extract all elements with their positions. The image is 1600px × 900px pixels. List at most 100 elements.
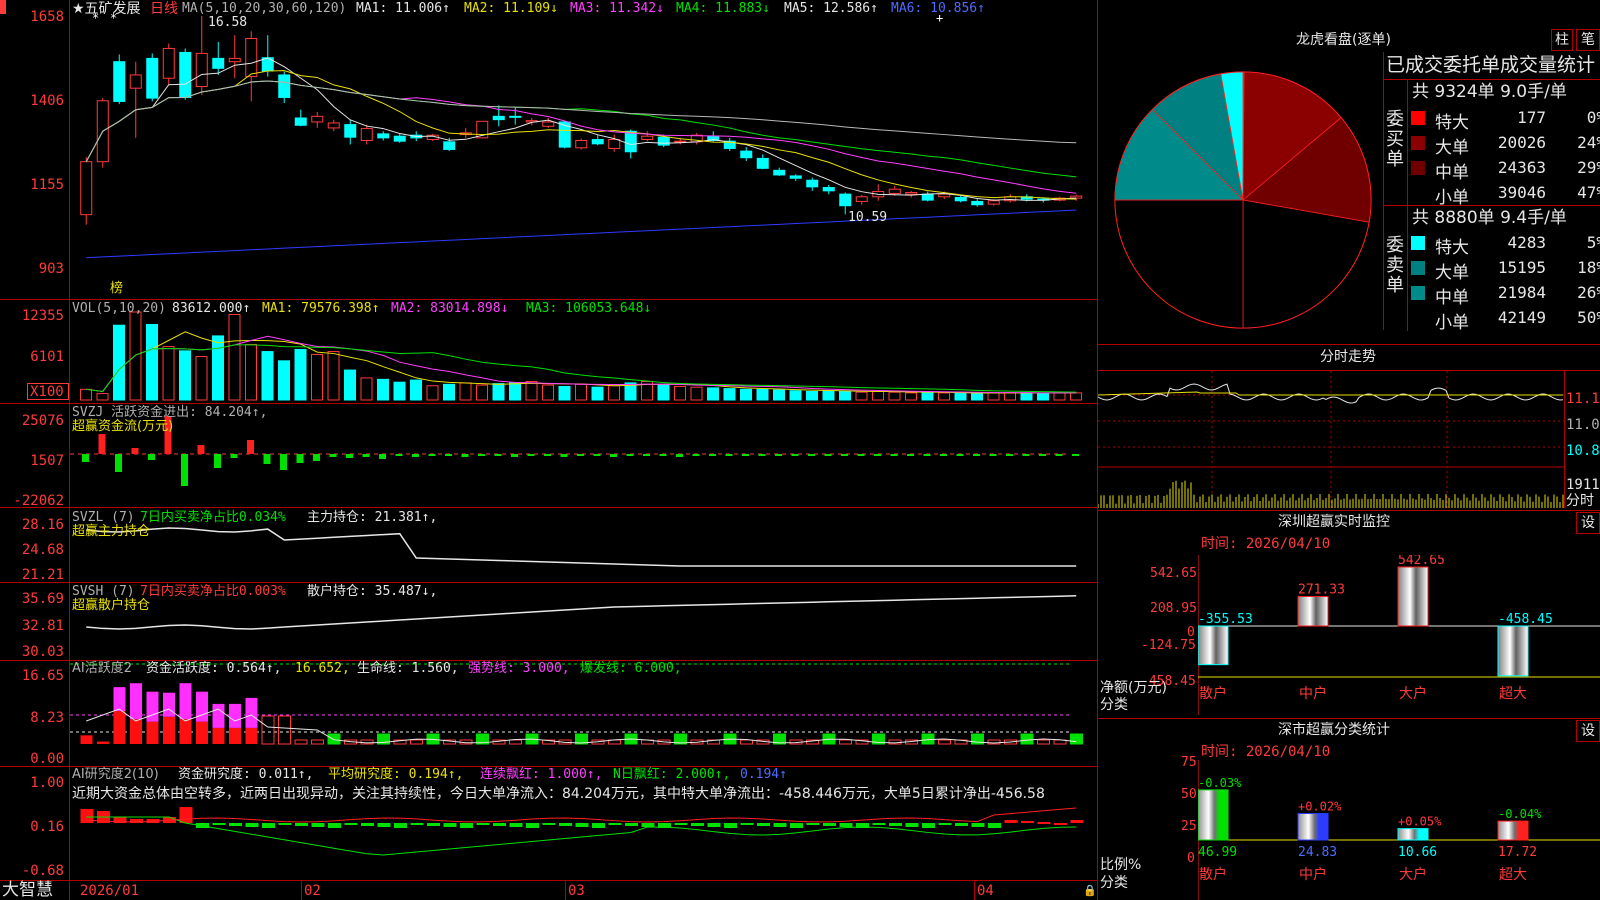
activity-bar xyxy=(311,739,324,745)
air-prefix: AI研究度2(10) xyxy=(72,767,159,782)
lhb-title: 龙虎看盘(逐单) xyxy=(1296,32,1391,48)
candle-body xyxy=(443,141,456,150)
candle-body xyxy=(278,74,291,98)
vol-ma2: MA2: 83014.898↓ xyxy=(391,301,509,316)
order-stats-panel: 已成交委托单成交量统计 委买单 共 9324单 9.0手/单 特大1770% 大… xyxy=(1383,52,1600,333)
cls-tick-2: 25 xyxy=(1181,819,1197,834)
activity-bar xyxy=(80,735,93,744)
research-bar xyxy=(905,823,919,827)
ma6-line xyxy=(86,209,1077,259)
svzl-line2: 超赢主力持仓 xyxy=(72,524,151,539)
volume-bar xyxy=(443,383,455,401)
research-bar xyxy=(245,823,259,827)
activity-bar xyxy=(509,739,522,745)
svzl-tick-1: 24.68 xyxy=(21,542,64,558)
svzj-line2: 超赢资金流(万元) xyxy=(72,419,174,434)
cls-bar-0 xyxy=(1198,789,1229,841)
buy-label-cell: 委买单 xyxy=(1384,80,1408,205)
research-bar xyxy=(773,823,787,827)
research-bar xyxy=(575,823,589,827)
sz-cat-3: 超大 xyxy=(1499,686,1527,702)
svsh-tick-2: 30.03 xyxy=(21,644,64,660)
column-view-button[interactable]: 柱 xyxy=(1551,29,1573,51)
research-bar xyxy=(955,823,968,826)
sz-tick-1: 208.95 xyxy=(1150,601,1197,616)
volume-bar xyxy=(426,385,439,401)
tick-view-button[interactable]: 笔 xyxy=(1576,29,1600,51)
ai-active-chart[interactable] xyxy=(70,661,1097,766)
volume-bar xyxy=(311,353,323,401)
activity-bar xyxy=(179,719,192,744)
candle-body xyxy=(311,115,324,123)
activity-bar xyxy=(1037,739,1050,745)
sz-monitor-chart[interactable]: -355.53 散户 271.33 中户 542.65 大户 -458.45 超大 xyxy=(1198,555,1600,715)
research-green-line xyxy=(86,816,1077,856)
activity-bar xyxy=(888,739,902,745)
svzl-tick-0: 28.16 xyxy=(21,517,64,533)
ma4-line xyxy=(85,80,1077,178)
research-bar xyxy=(361,823,374,826)
research-bar xyxy=(790,823,803,828)
activity-bar xyxy=(146,721,159,744)
buy-rows: 特大1770% 大单2002624% 中单2436329% 小单3904647% xyxy=(1408,106,1600,208)
ma3-line xyxy=(85,80,1077,194)
candle-body xyxy=(80,161,93,216)
sz-settings-button[interactable]: 设 xyxy=(1576,512,1600,534)
intraday-chart[interactable] xyxy=(1098,371,1564,508)
money-flow-bar xyxy=(1022,454,1030,456)
cls-xlabel: 分类 xyxy=(1100,875,1128,891)
activity-bar-top xyxy=(196,691,208,722)
ai-activity: 资金活跃度: 0.564↑, xyxy=(146,661,282,676)
volume-bar xyxy=(773,389,785,401)
activity-bar-top xyxy=(229,703,241,728)
volume-bar xyxy=(393,381,406,401)
terminal-window: * * + ★五矿发展 日线 MA(5,10,20,30,60,120) MA1: … xyxy=(0,0,1600,900)
ma3-label: MA3: 11.342↓ xyxy=(570,1,664,16)
air-tick-1: 0.16 xyxy=(30,819,64,835)
candle-body xyxy=(938,193,951,198)
volume-bar xyxy=(938,392,950,401)
candle-body xyxy=(294,117,307,126)
money-flow-bar xyxy=(890,454,898,456)
research-bar xyxy=(394,823,407,828)
money-flow-bar xyxy=(808,454,815,456)
candle-body xyxy=(245,38,258,78)
money-flow-bar xyxy=(1006,454,1013,456)
money-flow-bar xyxy=(791,454,799,456)
sz-bar-3 xyxy=(1497,625,1529,677)
class-stats-chart[interactable]: -0.03% 46.99 散户 +0.02% 24.83 中户 +0.05% 10.66 大户 -… xyxy=(1198,760,1600,900)
svzl-prefix: SVZL (7) xyxy=(72,510,135,525)
money-flow-bar xyxy=(874,454,881,456)
money-flow-bar xyxy=(989,454,997,456)
research-bar xyxy=(295,823,308,826)
research-bar xyxy=(757,823,770,826)
volume-bar xyxy=(327,351,340,401)
sell-header: 共 8880单 9.4手/单 xyxy=(1412,208,1567,228)
cls-settings-button[interactable]: 设 xyxy=(1576,720,1600,742)
lock-icon[interactable]: 🔒 xyxy=(1083,884,1097,898)
volume-bar xyxy=(344,369,356,401)
activity-bar xyxy=(113,711,126,744)
ma1-label: MA1: 11.006↑ xyxy=(356,1,450,16)
ai-research-chart[interactable] xyxy=(70,767,1097,880)
ai-burst: 爆发线: 6.000, xyxy=(580,661,682,676)
order-pie-chart[interactable] xyxy=(1098,52,1388,342)
volume-bar xyxy=(971,393,983,401)
volume-bar xyxy=(509,382,521,401)
activity-bar xyxy=(294,739,308,745)
money-flow-bar xyxy=(230,454,238,458)
svzl-tick-2: 21.21 xyxy=(21,567,64,583)
divider-bottom xyxy=(0,880,1097,881)
activity-bar xyxy=(740,739,753,745)
date-tick-3: 04 xyxy=(977,883,994,899)
bang-marker[interactable]: 榜 xyxy=(110,282,123,296)
money-flow-bar xyxy=(1055,454,1063,456)
cls-change-3: -0.04% xyxy=(1498,807,1542,821)
volume-bar xyxy=(1020,392,1033,401)
sell-label-cell: 委卖单 xyxy=(1384,206,1408,331)
period-label[interactable]: 日线 xyxy=(150,1,178,17)
money-flow-bar xyxy=(1072,454,1079,456)
candlestick-chart[interactable]: * * + xyxy=(70,0,1097,299)
svzj-tick-1: 1507 xyxy=(30,453,64,469)
money-flow-bar xyxy=(445,454,452,456)
